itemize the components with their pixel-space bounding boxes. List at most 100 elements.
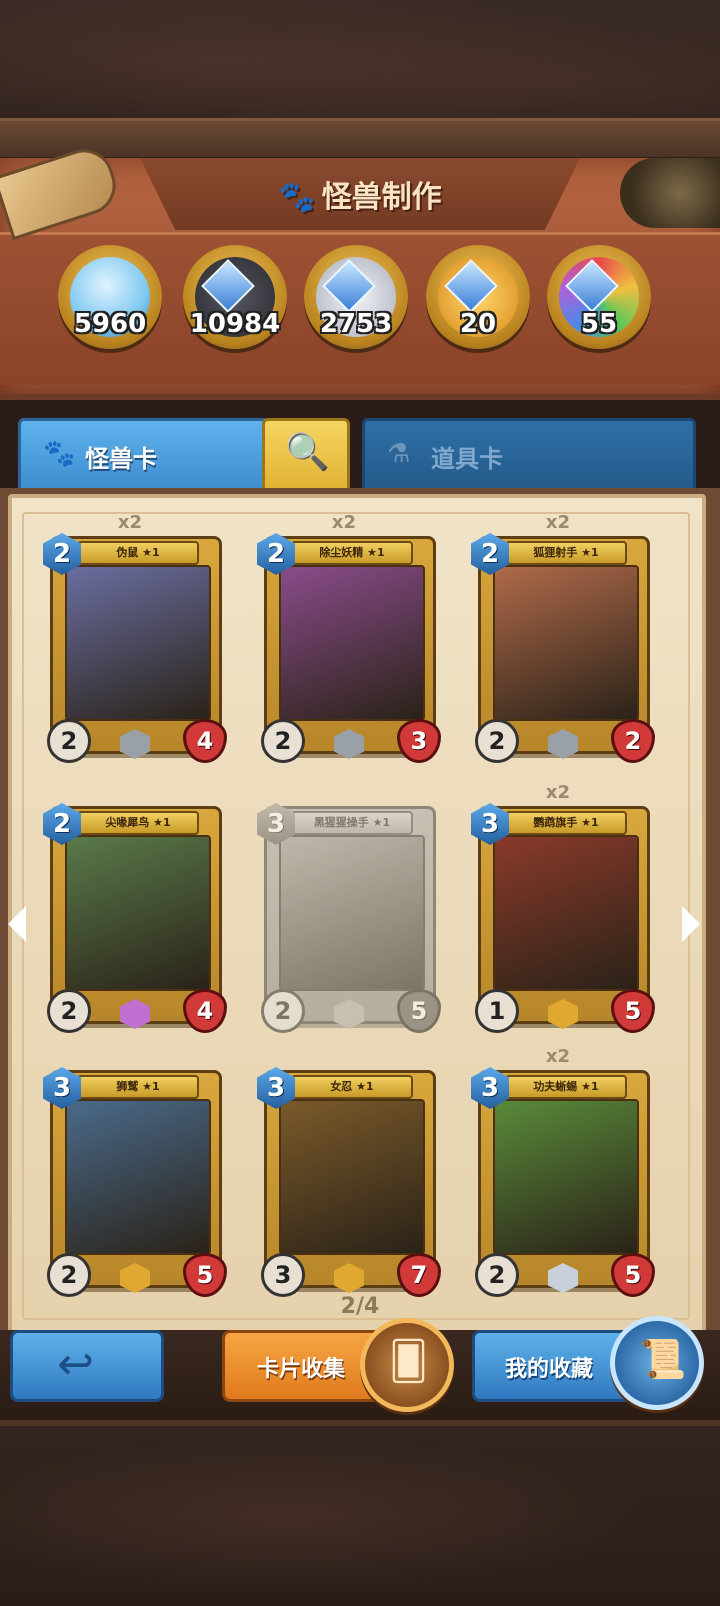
attack-value: 2 [47, 719, 91, 763]
scroll-icon: 📜 [639, 1337, 687, 1381]
attack-value: 2 [475, 719, 519, 763]
rarity-gem-icon [120, 999, 150, 1029]
tab-monster-cards[interactable]: 🐾 怪兽卡 [18, 418, 270, 494]
resource-silver-gem[interactable]: 2753 [304, 245, 408, 349]
rarity-gem-icon [548, 729, 578, 759]
health-heart: 5 [397, 989, 441, 1033]
card-slot[interactable]: 狮鹫 ★1 3 2 5 [30, 1048, 230, 1308]
card-slot[interactable]: x2 狐狸射手 ★1 2 2 2 [458, 512, 658, 774]
search-button[interactable]: 🔍 [262, 418, 350, 494]
card-art [65, 835, 211, 991]
card-count: x2 [545, 1046, 571, 1067]
card-name: 尖喙犀鸟 ★1 [77, 811, 199, 835]
card-name: 女忍 ★1 [291, 1075, 413, 1099]
card-name: 狐狸射手 ★1 [505, 541, 627, 565]
card-slot[interactable]: 尖喙犀鸟 ★1 2 2 4 [30, 784, 230, 1044]
monster-card[interactable]: 狐狸射手 ★1 2 2 2 [471, 533, 655, 763]
attack-value: 2 [261, 719, 305, 763]
bottom-wood-frame [0, 1420, 720, 1606]
monster-card[interactable]: 女忍 ★1 3 3 7 [257, 1067, 441, 1297]
card-name: 鹦鹉旗手 ★1 [505, 811, 627, 835]
potion-icon: ⚗ [387, 439, 411, 469]
card-art [279, 565, 425, 721]
tab-item-cards[interactable]: ⚗ 道具卡 [362, 418, 696, 494]
card-slot[interactable]: x2 除尘妖精 ★1 2 2 3 [244, 512, 444, 774]
health-heart: 7 [397, 1253, 441, 1297]
rarity-gem-icon [334, 1263, 364, 1293]
card-icon: 🂠 [389, 1339, 428, 1383]
monster-card[interactable]: 尖喙犀鸟 ★1 2 2 4 [43, 803, 227, 1033]
card-name: 除尘妖精 ★1 [291, 541, 413, 565]
resource-black-gem[interactable]: 10984 [183, 245, 287, 349]
card-art [65, 565, 211, 721]
page-indicator: 2/4 [340, 1294, 380, 1319]
tab-label: 道具卡 [431, 445, 503, 473]
card-slot[interactable]: 黑猩猩操手 ★1 3 2 5 [244, 784, 444, 1044]
health-heart: 2 [611, 719, 655, 763]
button-label: 卡片收集 [257, 1357, 346, 1382]
top-rail [0, 118, 720, 160]
rarity-gem-icon [334, 999, 364, 1029]
back-arrow-icon: ↩ [57, 1339, 94, 1390]
card-slot[interactable]: x2 伪鼠 ★1 2 2 4 [30, 512, 230, 774]
prev-page-arrow-icon[interactable] [8, 906, 26, 942]
monster-card[interactable]: 伪鼠 ★1 2 2 4 [43, 533, 227, 763]
rarity-gem-icon [120, 1263, 150, 1293]
card-slot[interactable]: 女忍 ★1 3 3 7 [244, 1048, 444, 1308]
card-count: x2 [117, 512, 143, 533]
health-heart: 5 [183, 1253, 227, 1297]
card-name: 伪鼠 ★1 [77, 541, 199, 565]
card-art [493, 1099, 639, 1255]
monster-card[interactable]: 功夫蜥蜴 ★1 3 2 5 [471, 1067, 655, 1297]
resource-value: 2753 [319, 309, 393, 339]
attack-value: 2 [47, 1253, 91, 1297]
card-art [279, 835, 425, 991]
health-heart: 5 [611, 1253, 655, 1297]
resource-gold-gem[interactable]: 20 [426, 245, 530, 349]
card-art [279, 1099, 425, 1255]
card-name: 功夫蜥蜴 ★1 [505, 1075, 627, 1099]
rarity-gem-icon [548, 1263, 578, 1293]
card-art [493, 835, 639, 991]
rarity-gem-icon [548, 999, 578, 1029]
resource-rainbow-gem[interactable]: 55 [547, 245, 651, 349]
card-name: 狮鹫 ★1 [77, 1075, 199, 1099]
card-count: x2 [545, 782, 571, 803]
health-heart: 5 [611, 989, 655, 1033]
monster-card[interactable]: 鹦鹉旗手 ★1 3 1 5 [471, 803, 655, 1033]
health-heart: 3 [397, 719, 441, 763]
back-button[interactable]: ↩ [10, 1330, 164, 1402]
resource-value: 5960 [73, 309, 147, 339]
tab-label: 怪兽卡 [85, 445, 157, 473]
card-art [65, 1099, 211, 1255]
rarity-gem-icon [334, 729, 364, 759]
favorites-badge[interactable]: 📜 [610, 1316, 704, 1410]
monster-card[interactable]: 狮鹫 ★1 3 2 5 [43, 1067, 227, 1297]
card-art [493, 565, 639, 721]
button-label: 我的收藏 [505, 1357, 594, 1382]
attack-value: 2 [261, 989, 305, 1033]
attack-value: 1 [475, 989, 519, 1033]
health-heart: 4 [183, 989, 227, 1033]
card-slot[interactable]: x2 鹦鹉旗手 ★1 3 1 5 [458, 782, 658, 1044]
magnifier-icon: 🔍 [285, 432, 330, 473]
rarity-gem-icon [120, 729, 150, 759]
health-heart: 4 [183, 719, 227, 763]
attack-value: 2 [475, 1253, 519, 1297]
resource-value: 10984 [189, 309, 281, 339]
card-name: 黑猩猩操手 ★1 [291, 811, 413, 835]
card-collection-badge[interactable]: 🂠 [360, 1318, 454, 1412]
monster-card[interactable]: 除尘妖精 ★1 2 2 3 [257, 533, 441, 763]
page-title: 🐾 怪兽制作 [278, 180, 442, 215]
monster-card[interactable]: 黑猩猩操手 ★1 3 2 5 [257, 803, 441, 1033]
card-count: x2 [331, 512, 357, 533]
attack-value: 3 [261, 1253, 305, 1297]
card-count: x2 [545, 512, 571, 533]
resource-dust[interactable]: 5960 [58, 245, 162, 349]
card-slot[interactable]: x2 功夫蜥蜴 ★1 3 2 5 [458, 1046, 658, 1308]
next-page-arrow-icon[interactable] [682, 906, 700, 942]
resource-value: 55 [580, 309, 618, 339]
attack-value: 2 [47, 989, 91, 1033]
resource-value: 20 [459, 309, 497, 339]
paw-icon: 🐾 [278, 180, 316, 215]
